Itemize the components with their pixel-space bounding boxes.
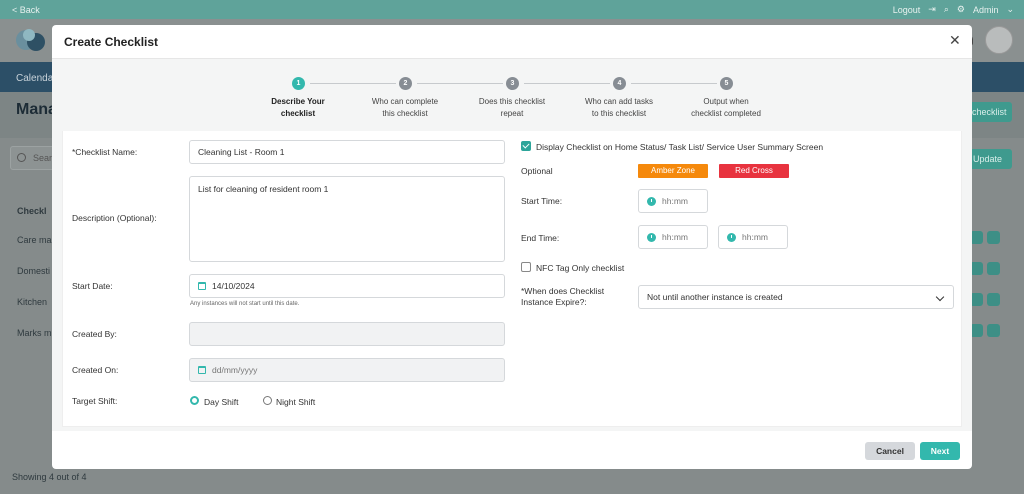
step-connector	[417, 83, 503, 84]
modal-header: Create Checklist ✕	[52, 25, 972, 59]
target-shift-label: Target Shift:	[72, 396, 118, 406]
view-icon[interactable]	[987, 262, 1000, 275]
search-icon[interactable]: ⌕	[944, 4, 949, 15]
admin-label[interactable]: Admin	[973, 5, 999, 15]
table-row[interactable]: Marks m	[17, 328, 52, 338]
end-time-label: End Time:	[521, 233, 560, 243]
update-button[interactable]: Update	[966, 149, 1012, 169]
nav-item-calendar[interactable]: Calenda	[16, 73, 53, 84]
step-3-label: Does this checklist repeat	[478, 97, 546, 118]
row-actions	[970, 324, 1000, 337]
step-2-label: Who can complete this checklist	[371, 97, 439, 118]
step-connector	[310, 83, 396, 84]
start-date-label: Start Date:	[72, 281, 113, 291]
calendar-icon	[198, 282, 206, 290]
start-date-hint: Any instances will not start until this …	[190, 301, 300, 307]
red-cross-badge[interactable]: Red Cross	[719, 164, 789, 178]
chevron-down-icon	[935, 292, 945, 302]
optional-label: Optional	[521, 166, 553, 176]
back-link[interactable]: < Back	[12, 5, 40, 15]
table-row[interactable]: Kitchen	[17, 297, 47, 307]
close-icon[interactable]: ✕	[949, 33, 961, 47]
avatar[interactable]	[985, 26, 1013, 54]
step-4-label: Who can add tasks to this checklist	[584, 97, 654, 118]
pagination-summary: Showing 4 out of 4	[12, 472, 87, 482]
row-actions	[970, 262, 1000, 275]
column-header: Checkl	[17, 206, 47, 216]
create-checklist-modal: Create Checklist ✕ 1 2 3 4 5 Describe Yo…	[52, 25, 972, 469]
night-shift-radio[interactable]	[263, 396, 272, 405]
view-icon[interactable]	[987, 324, 1000, 337]
checklist-name-input[interactable]: Cleaning List - Room 1	[189, 140, 505, 164]
expire-label: *When does Checklist Instance Expire?:	[521, 286, 605, 307]
logout-link[interactable]: Logout	[893, 5, 921, 15]
row-actions	[970, 231, 1000, 244]
end-time-input[interactable]: hh:mm	[638, 225, 708, 249]
created-on-label: Created On:	[72, 365, 119, 375]
step-connector	[524, 83, 610, 84]
logout-icon[interactable]: ⇥	[928, 4, 936, 15]
expire-select[interactable]: Not until another instance is created	[638, 285, 954, 309]
view-icon[interactable]	[987, 293, 1000, 306]
start-time-label: Start Time:	[521, 196, 563, 206]
chevron-down-icon[interactable]: ⌄	[1006, 4, 1014, 15]
created-on-field: dd/mm/yyyy	[189, 358, 505, 382]
next-button[interactable]: Next	[920, 442, 960, 460]
clock-icon	[647, 232, 656, 242]
view-icon[interactable]	[987, 231, 1000, 244]
checklist-name-label: *Checklist Name:	[72, 147, 138, 157]
created-by-label: Created By:	[72, 329, 117, 339]
clock-icon	[647, 196, 656, 206]
nfc-tag-checkbox[interactable]	[521, 262, 531, 272]
gear-icon[interactable]: ⚙	[957, 4, 965, 15]
start-date-input[interactable]: 14/10/2024	[189, 274, 505, 298]
display-on-home-checkbox[interactable]	[521, 141, 531, 151]
step-5-label: Output when checklist completed	[691, 97, 761, 118]
top-bar: < Back Logout ⇥ ⌕ ⚙ Admin ⌄	[0, 0, 1024, 19]
day-shift-label[interactable]: Day Shift	[204, 397, 239, 407]
clock-icon	[727, 232, 736, 242]
start-time-input[interactable]: hh:mm	[638, 189, 708, 213]
stepper: 1 2 3 4 5 Describe Your checklist Who can…	[52, 59, 972, 131]
description-label: Description (Optional):	[72, 213, 157, 223]
page-title: Mana	[16, 101, 57, 118]
end-time-secondary-input[interactable]: hh:mm	[718, 225, 788, 249]
table-row[interactable]: Care ma	[17, 235, 52, 245]
form-panel: *Checklist Name: Cleaning List - Room 1 …	[62, 131, 962, 427]
day-shift-radio[interactable]	[190, 396, 199, 405]
night-shift-label[interactable]: Night Shift	[276, 397, 315, 407]
amber-zone-badge[interactable]: Amber Zone	[638, 164, 708, 178]
created-by-field	[189, 322, 505, 346]
cancel-button[interactable]: Cancel	[865, 442, 915, 460]
calendar-icon	[198, 366, 206, 374]
step-4-indicator[interactable]: 4	[613, 77, 626, 90]
step-1-label: Describe Your checklist	[271, 97, 325, 118]
nfc-tag-label[interactable]: NFC Tag Only checklist	[536, 263, 624, 273]
step-5-indicator[interactable]: 5	[720, 77, 733, 90]
description-textarea[interactable]: List for cleaning of resident room 1	[189, 176, 505, 262]
modal-title: Create Checklist	[64, 35, 159, 49]
app-logo	[16, 29, 45, 51]
step-3-indicator[interactable]: 3	[506, 77, 519, 90]
step-2-indicator[interactable]: 2	[399, 77, 412, 90]
step-1-indicator[interactable]: 1	[292, 77, 305, 90]
add-checklist-button[interactable]: checklist	[966, 102, 1012, 122]
display-on-home-label[interactable]: Display Checklist on Home Status/ Task L…	[536, 142, 823, 152]
table-row[interactable]: Domesti	[17, 266, 50, 276]
search-icon	[17, 153, 26, 162]
row-actions	[970, 293, 1000, 306]
step-connector	[631, 83, 717, 84]
